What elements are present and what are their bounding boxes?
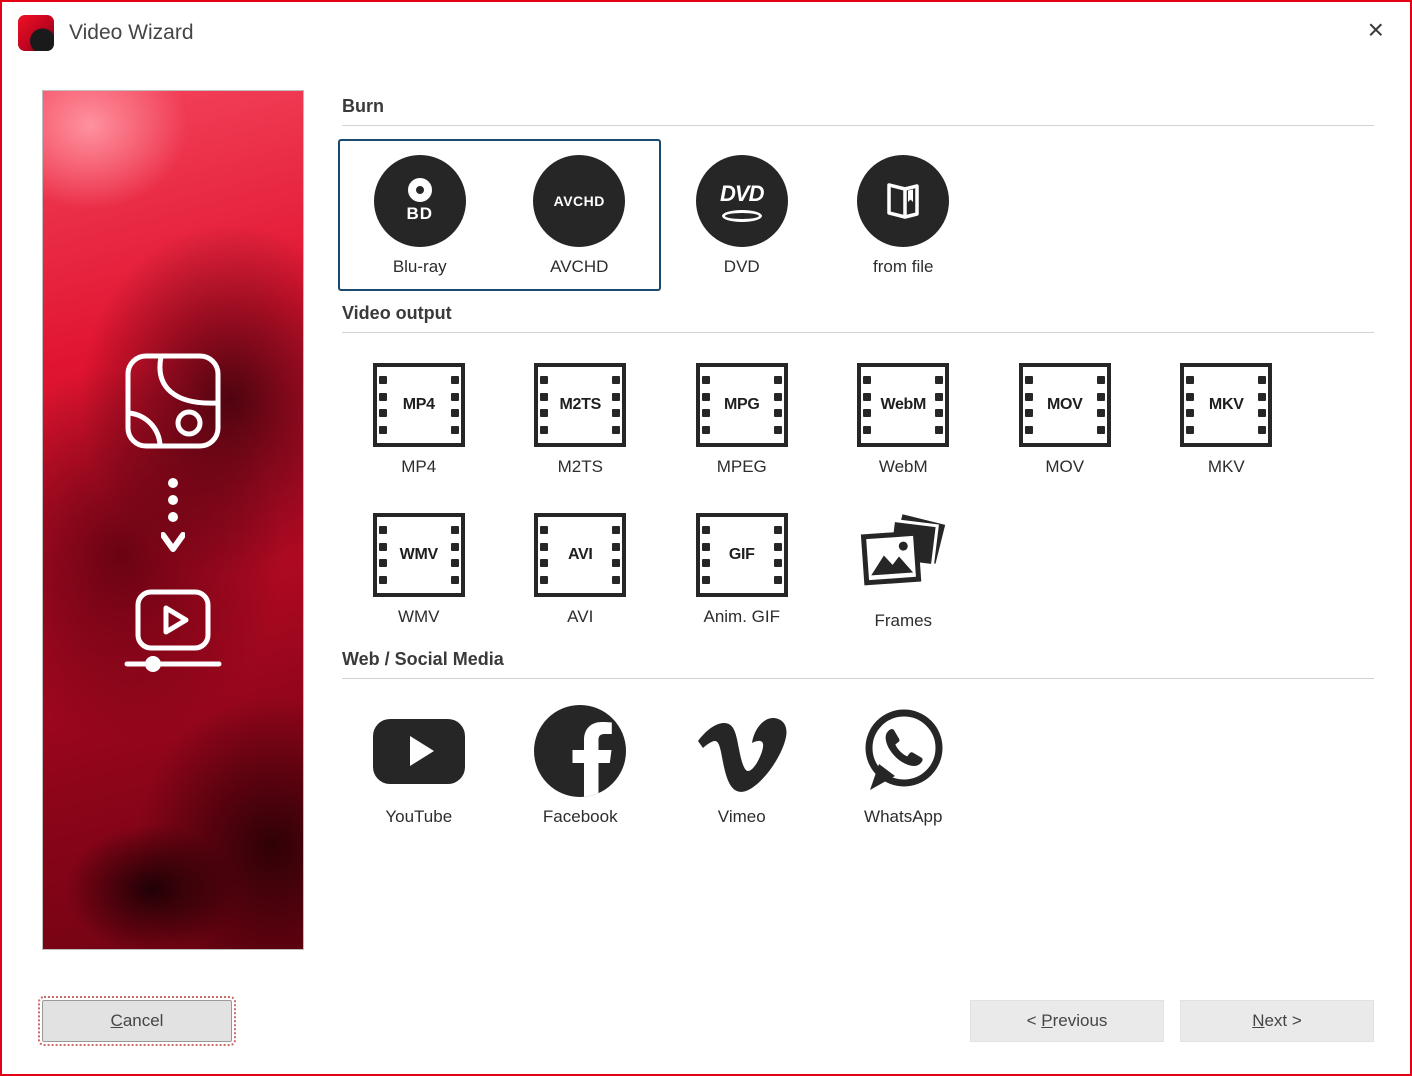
format-tile-mpeg[interactable]: MPG MPEG: [661, 363, 823, 477]
tile-caption: Blu-ray: [392, 257, 447, 276]
film-strip-icon: M2TS: [534, 363, 627, 447]
tile-caption: WhatsApp: [864, 807, 943, 826]
tile-caption: AVCHD: [550, 257, 609, 276]
film-strip-icon: MOV: [1018, 363, 1111, 447]
burn-selection-group: BD Blu-ray AVCHD AVCHD: [338, 139, 661, 291]
format-tile-mp4[interactable]: MP4 MP4: [338, 363, 500, 477]
main-content: Burn BD Blu-ray AVCHD AVCHD DVD DVD from…: [338, 90, 1374, 827]
tile-caption: DVD: [723, 257, 760, 276]
window-title: Video Wizard: [69, 21, 194, 44]
photo-stack-icon: [861, 514, 946, 586]
tile-caption: MKV: [1207, 457, 1245, 476]
dvd-ellipse: [721, 209, 762, 222]
film-strip-icon: AVI: [534, 513, 627, 597]
share-tile-vimeo[interactable]: Vimeo: [661, 705, 823, 827]
dotted-arrow-down-icon: [161, 478, 185, 552]
video-output-row-1: MP4 MP4 M2TS M2TS MPG MPEG WebM WebM MOV…: [338, 363, 1374, 477]
share-tile-facebook[interactable]: Facebook: [500, 705, 662, 827]
section-header-video-output: Video output: [342, 303, 1374, 333]
tile-caption: Vimeo: [717, 807, 766, 826]
tile-caption: Facebook: [542, 807, 618, 826]
format-tile-anim-gif[interactable]: GIF Anim. GIF: [661, 513, 823, 627]
tile-caption: WMV: [397, 607, 440, 626]
tile-caption: MOV: [1045, 457, 1085, 476]
youtube-icon: [372, 718, 465, 784]
share-tile-whatsapp[interactable]: WhatsApp: [823, 705, 985, 827]
video-output-row-2: WMV WMV AVI AVI GIF Anim. GIF Frames: [338, 513, 1374, 631]
format-tile-dvd[interactable]: DVD DVD: [661, 139, 823, 277]
facebook-icon: [534, 705, 627, 797]
web-social-row: YouTube Facebook Vimeo WhatsApp: [338, 705, 1374, 827]
media-collage-icon: [125, 353, 221, 449]
format-tile-wmv[interactable]: WMV WMV: [338, 513, 500, 627]
close-icon[interactable]: ×: [1368, 16, 1384, 44]
tile-caption: WebM: [878, 457, 928, 476]
format-tile-m2ts[interactable]: M2TS M2TS: [500, 363, 662, 477]
avchd-icon-label: AVCHD: [553, 193, 605, 209]
from-file-icon: [857, 155, 950, 247]
whatsapp-icon: [865, 709, 943, 790]
avchd-disc-icon: AVCHD: [533, 155, 626, 247]
tile-caption: M2TS: [557, 457, 603, 476]
burn-row: BD Blu-ray AVCHD AVCHD DVD DVD from file: [338, 139, 1374, 291]
format-tile-avi[interactable]: AVI AVI: [500, 513, 662, 627]
section-header-web-social: Web / Social Media: [342, 649, 1374, 679]
share-tile-youtube[interactable]: YouTube: [338, 705, 500, 827]
format-tile-frames[interactable]: Frames: [823, 513, 985, 631]
tile-caption: AVI: [567, 607, 594, 626]
dvd-disc-icon: DVD: [695, 155, 788, 247]
video-wizard-dialog: Video Wizard × Burn BD Blu-ray AVCHD AVC…: [0, 0, 1412, 1076]
format-tile-bluray[interactable]: BD Blu-ray: [340, 141, 500, 289]
format-tile-avchd[interactable]: AVCHD AVCHD: [500, 141, 660, 289]
format-tile-webm[interactable]: WebM WebM: [823, 363, 985, 477]
tile-caption: Anim. GIF: [703, 607, 780, 626]
format-tile-from-file[interactable]: from file: [823, 139, 985, 277]
disc-ring: [407, 178, 432, 202]
film-strip-icon: GIF: [695, 513, 788, 597]
app-logo-icon: [18, 15, 54, 51]
tile-caption: Frames: [874, 611, 933, 630]
tile-caption: from file: [873, 257, 934, 276]
vimeo-icon: [697, 717, 787, 792]
dvd-icon-label: DVD: [720, 180, 764, 206]
bluray-icon-label: BD: [406, 204, 434, 223]
format-tile-mov[interactable]: MOV MOV: [984, 363, 1146, 477]
wizard-sidebar-image: [42, 90, 304, 950]
cancel-button[interactable]: Cancel: [38, 996, 236, 1046]
previous-button[interactable]: < Previous: [970, 1000, 1164, 1042]
format-tile-mkv[interactable]: MKV MKV: [1146, 363, 1308, 477]
bluray-disc-icon: BD: [373, 155, 466, 247]
section-header-burn: Burn: [342, 96, 1374, 126]
tile-caption: YouTube: [385, 807, 453, 826]
film-strip-icon: MP4: [372, 363, 465, 447]
video-player-icon: [124, 589, 222, 672]
tile-caption: MP4: [401, 457, 437, 476]
film-strip-icon: WebM: [857, 363, 950, 447]
film-strip-icon: WMV: [372, 513, 465, 597]
film-strip-icon: MKV: [1180, 363, 1273, 447]
tile-caption: MPEG: [716, 457, 767, 476]
film-strip-icon: MPG: [695, 363, 788, 447]
play-triangle-icon: [409, 736, 434, 766]
next-button[interactable]: Next >: [1180, 1000, 1374, 1042]
titlebar: Video Wizard: [2, 2, 1410, 64]
